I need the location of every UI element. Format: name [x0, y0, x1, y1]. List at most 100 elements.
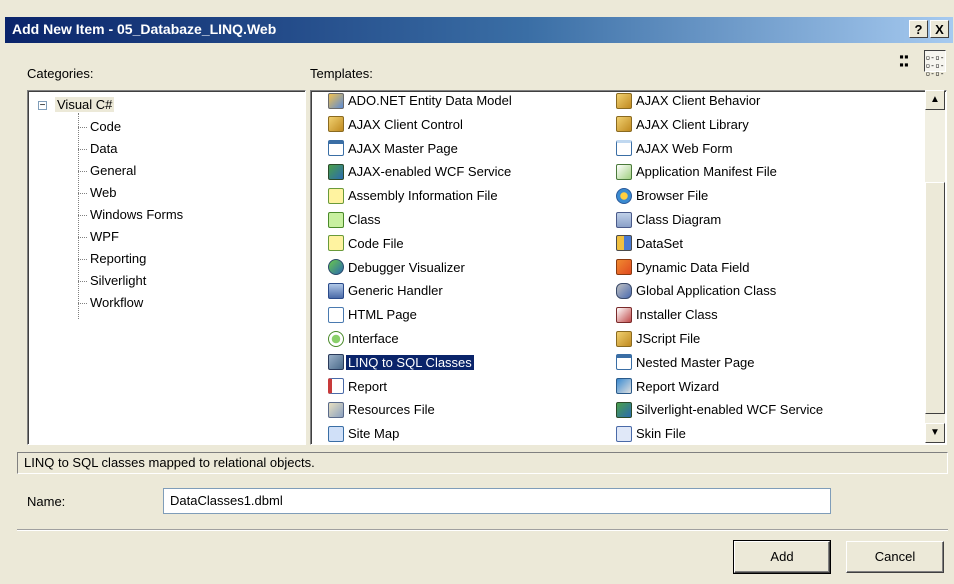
- template-item[interactable]: Nested Master Page: [616, 352, 757, 374]
- cancel-button[interactable]: Cancel: [846, 541, 944, 573]
- scroll-thumb[interactable]: [925, 182, 945, 414]
- template-item[interactable]: Browser File: [616, 185, 710, 207]
- tree-node-visual-csharp[interactable]: − Visual C#: [38, 97, 115, 112]
- small-icons-view-button[interactable]: ▫-▫- ▫-▫- ▫-▫-: [924, 50, 946, 78]
- template-item-label: Generic Handler: [348, 283, 443, 299]
- template-item-label: AJAX-enabled WCF Service: [348, 164, 512, 180]
- report-wizard-icon: [616, 378, 632, 395]
- template-item-label: Skin File: [636, 426, 686, 442]
- template-item[interactable]: Application Manifest File: [616, 161, 779, 183]
- template-item-label: Assembly Information File: [348, 188, 498, 204]
- template-item-label: Report: [348, 378, 388, 394]
- template-item[interactable]: Site Map: [328, 423, 401, 444]
- template-item[interactable]: Skin File: [616, 423, 688, 444]
- large-icons-view-button[interactable]: ▪▪ ▪▪: [893, 50, 915, 72]
- template-item[interactable]: AJAX-enabled WCF Service: [328, 161, 513, 183]
- browser-file-icon: [616, 187, 632, 204]
- dynamic-data-icon: [616, 259, 632, 276]
- close-button[interactable]: X: [930, 20, 949, 38]
- tree-item-workflow[interactable]: Workflow: [78, 295, 143, 310]
- template-item[interactable]: Dynamic Data Field: [616, 257, 751, 279]
- window-title: Add New Item - 05_Databaze_LINQ.Web: [12, 21, 277, 37]
- template-item[interactable]: AJAX Master Page: [328, 138, 460, 160]
- template-item-label: HTML Page: [348, 307, 417, 323]
- template-item[interactable]: Class Diagram: [616, 209, 723, 231]
- template-item[interactable]: Interface: [328, 328, 401, 350]
- template-item[interactable]: Code File: [328, 233, 406, 255]
- script-icon: [616, 116, 632, 133]
- template-item[interactable]: Silverlight-enabled WCF Service: [616, 399, 825, 421]
- tree-item-windows-forms[interactable]: Windows Forms: [78, 207, 183, 222]
- cs-file-icon: [328, 235, 344, 252]
- master-page-icon: [616, 354, 632, 371]
- template-item-label: AJAX Web Form: [636, 140, 733, 156]
- tree-item-general[interactable]: General: [78, 163, 136, 178]
- template-item[interactable]: LINQ to SQL Classes: [328, 352, 474, 374]
- template-item-label: Report Wizard: [636, 378, 720, 394]
- template-item-label: Site Map: [348, 426, 400, 442]
- tree-item-code[interactable]: Code: [78, 119, 121, 134]
- divider: [17, 529, 948, 531]
- small-icons-view-icon: ▫-▫- ▫-▫- ▫-▫-: [925, 53, 945, 78]
- template-item-label: LINQ to SQL Classes: [346, 354, 474, 370]
- template-item[interactable]: Installer Class: [616, 304, 720, 326]
- template-item-label: AJAX Client Behavior: [636, 93, 761, 108]
- template-item[interactable]: JScript File: [616, 328, 702, 350]
- handler-icon: [328, 282, 344, 299]
- template-item-label: AJAX Client Control: [348, 116, 463, 132]
- tree-item-silverlight[interactable]: Silverlight: [78, 273, 146, 288]
- templates-list[interactable]: ADO.NET Entity Data Model AJAX Client Con…: [310, 90, 947, 445]
- template-item[interactable]: ADO.NET Entity Data Model: [328, 91, 514, 112]
- template-item[interactable]: DataSet: [616, 233, 685, 255]
- scroll-down-button[interactable]: ▼: [925, 423, 945, 443]
- help-button[interactable]: ?: [909, 20, 928, 38]
- template-item[interactable]: Resources File: [328, 399, 437, 421]
- template-item[interactable]: AJAX Client Library: [616, 114, 751, 136]
- templates-scrollbar[interactable]: ▲ ▼: [925, 90, 945, 443]
- template-item-label: Silverlight-enabled WCF Service: [636, 402, 824, 418]
- template-item-label: Resources File: [348, 402, 435, 418]
- wcf-service-icon: [616, 401, 632, 418]
- skin-file-icon: [616, 425, 632, 442]
- template-item[interactable]: Debugger Visualizer: [328, 257, 467, 279]
- template-item[interactable]: AJAX Web Form: [616, 138, 735, 160]
- template-item-label: Debugger Visualizer: [348, 259, 465, 275]
- template-item[interactable]: Class: [328, 209, 383, 231]
- title-bar[interactable]: Add New Item - 05_Databaze_LINQ.Web ? X: [5, 17, 953, 43]
- template-item-label: DataSet: [636, 235, 683, 251]
- template-item-label: AJAX Client Library: [636, 116, 749, 132]
- template-item-label: AJAX Master Page: [348, 140, 458, 156]
- cs-class-icon: [328, 211, 344, 228]
- scroll-up-button[interactable]: ▲: [925, 90, 945, 110]
- categories-label: Categories:: [27, 66, 94, 81]
- add-button[interactable]: Add: [733, 540, 831, 574]
- collapse-toggle-icon[interactable]: −: [38, 101, 47, 111]
- template-item[interactable]: AJAX Client Behavior: [616, 91, 762, 112]
- tree-item-web[interactable]: Web: [78, 185, 117, 200]
- tree-item-reporting[interactable]: Reporting: [78, 251, 146, 266]
- master-page-icon: [328, 140, 344, 157]
- template-item[interactable]: AJAX Client Control: [328, 114, 465, 136]
- class-diagram-icon: [616, 211, 632, 228]
- name-input[interactable]: DataClasses1.dbml: [163, 488, 831, 514]
- categories-tree[interactable]: − Visual C# Code Data General Web Windows…: [27, 90, 306, 445]
- template-item[interactable]: Report: [328, 376, 389, 398]
- installer-icon: [616, 306, 632, 323]
- template-item[interactable]: HTML Page: [328, 304, 419, 326]
- script-icon: [328, 116, 344, 133]
- tree-item-wpf[interactable]: WPF: [78, 229, 119, 244]
- debugger-icon: [328, 259, 344, 276]
- tree-item-data[interactable]: Data: [78, 141, 117, 156]
- template-item-label: Global Application Class: [636, 283, 777, 299]
- template-item[interactable]: Assembly Information File: [328, 185, 500, 207]
- template-item[interactable]: Generic Handler: [328, 280, 445, 302]
- template-item-label: Application Manifest File: [636, 164, 777, 180]
- html-page-icon: [328, 306, 344, 323]
- global-app-icon: [616, 282, 632, 299]
- template-description: LINQ to SQL classes mapped to relational…: [17, 452, 948, 474]
- dataset-icon: [616, 235, 632, 252]
- template-item[interactable]: Global Application Class: [616, 280, 778, 302]
- template-item-label: Interface: [348, 331, 399, 346]
- template-item[interactable]: Report Wizard: [616, 376, 721, 398]
- template-item-label: Nested Master Page: [636, 354, 755, 370]
